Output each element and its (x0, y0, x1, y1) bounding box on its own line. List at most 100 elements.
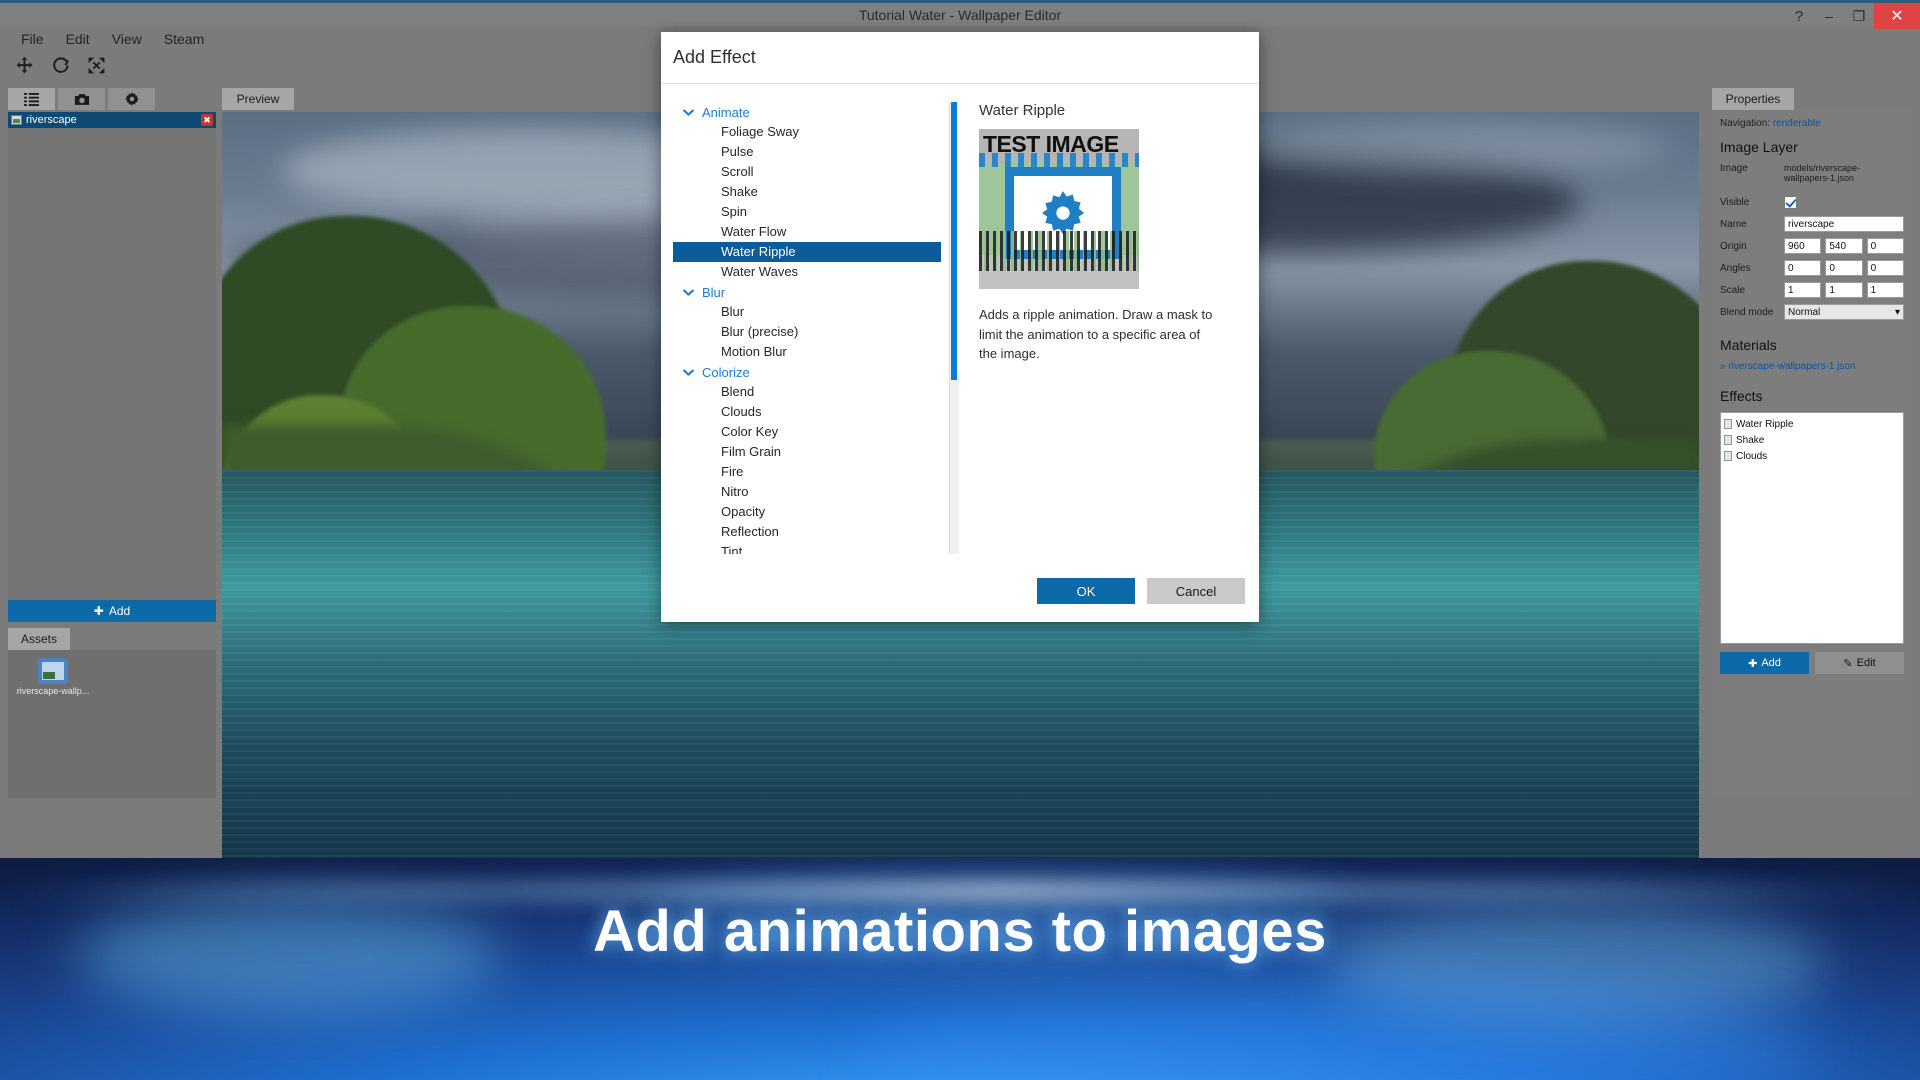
origin-y-input[interactable]: 540 (1825, 238, 1863, 254)
navigation-label: Navigation: (1720, 118, 1771, 129)
ok-button[interactable]: OK (1037, 578, 1135, 604)
angles-y-input[interactable]: 0 (1825, 260, 1863, 276)
effect-item-nitro[interactable]: Nitro (673, 482, 941, 502)
move-icon[interactable] (14, 55, 34, 75)
chevron-down-icon (683, 107, 694, 118)
properties-body: Navigation: renderable Image Layer Image… (1712, 110, 1912, 798)
effect-item-spin[interactable]: Spin (673, 202, 941, 222)
scrollbar-thumb[interactable] (951, 102, 957, 380)
asset-item[interactable]: riverscape-wallp... (16, 658, 90, 697)
layers-panel: riverscape ✖ ✚ Add (8, 88, 216, 622)
edit-effect-button[interactable]: ✎ Edit (1815, 652, 1904, 674)
effect-item-shake[interactable]: Shake (673, 182, 941, 202)
effects-list[interactable]: Water Ripple Shake Clouds (1720, 412, 1904, 644)
material-item[interactable]: » riverscape-wallpapers-1.json (1720, 361, 1904, 372)
effect-list-scrollbar[interactable] (949, 102, 959, 554)
properties-panel: Properties Navigation: renderable Image … (1712, 88, 1912, 798)
effect-item-water-ripple[interactable]: Water Ripple (673, 242, 941, 262)
remove-layer-icon[interactable]: ✖ (201, 114, 213, 126)
effect-item-clouds[interactable]: Clouds (673, 402, 941, 422)
layers-panel-tabs (8, 88, 216, 110)
menu-item-edit[interactable]: Edit (55, 28, 101, 50)
camera-icon (74, 93, 89, 105)
effect-item-blur[interactable]: Blur (673, 302, 941, 322)
effect-category-colorize[interactable]: Colorize (673, 362, 941, 382)
add-layer-label: Add (108, 604, 131, 618)
effect-item-foliage-sway[interactable]: Foliage Sway (673, 122, 941, 142)
effect-category-list[interactable]: Animate Foliage Sway Pulse Scroll Shake … (673, 102, 941, 554)
image-layer-icon (11, 115, 22, 125)
effect-category-label: Blur (702, 284, 726, 300)
blend-mode-value: Normal (1788, 306, 1821, 318)
properties-section-title: Image Layer (1720, 139, 1798, 155)
effects-list-item[interactable]: Clouds (1724, 448, 1900, 464)
tab-camera[interactable] (58, 88, 105, 110)
cancel-button[interactable]: Cancel (1147, 578, 1245, 604)
rotate-icon[interactable] (50, 55, 70, 75)
effects-list-item-label: Shake (1736, 434, 1765, 446)
material-label: riverscape-wallpapers-1.json (1728, 361, 1856, 372)
effect-item-opacity[interactable]: Opacity (673, 502, 941, 522)
origin-x-input[interactable]: 960 (1784, 238, 1822, 254)
effect-item-film-grain[interactable]: Film Grain (673, 442, 941, 462)
visible-label: Visible (1720, 196, 1750, 208)
effect-item-scroll[interactable]: Scroll (673, 162, 941, 182)
effect-item-tint[interactable]: Tint (673, 542, 941, 554)
effect-category-blur[interactable]: Blur (673, 282, 941, 302)
menu-item-file[interactable]: File (10, 28, 55, 50)
effect-item-fire[interactable]: Fire (673, 462, 941, 482)
tab-settings[interactable] (108, 88, 155, 110)
angles-x-input[interactable]: 0 (1784, 260, 1822, 276)
effect-item-motion-blur[interactable]: Motion Blur (673, 342, 941, 362)
effect-item-blur-precise[interactable]: Blur (precise) (673, 322, 941, 342)
effect-item-blend[interactable]: Blend (673, 382, 941, 402)
image-value[interactable]: models/riverscape-wallpapers-1.json (1784, 163, 1904, 184)
effect-item-water-waves[interactable]: Water Waves (673, 262, 941, 282)
tab-assets[interactable]: Assets (8, 628, 70, 650)
scale-y-input[interactable]: 1 (1825, 282, 1863, 298)
effect-item-color-key[interactable]: Color Key (673, 422, 941, 442)
tab-properties[interactable]: Properties (1712, 88, 1794, 110)
effect-item-water-flow[interactable]: Water Flow (673, 222, 941, 242)
scale-x-input[interactable]: 1 (1784, 282, 1822, 298)
effect-item-reflection[interactable]: Reflection (673, 522, 941, 542)
image-label: Image (1720, 163, 1748, 174)
effect-category-animate[interactable]: Animate (673, 102, 941, 122)
visible-checkbox[interactable] (1784, 195, 1797, 209)
chevron-down-icon (683, 367, 694, 378)
effect-item-pulse[interactable]: Pulse (673, 142, 941, 162)
name-input[interactable]: riverscape (1784, 216, 1904, 232)
caption-band: Add animations to images (0, 858, 1920, 1080)
plus-icon: ✚ (93, 604, 104, 618)
assets-panel: Assets riverscape-wallp... (8, 628, 216, 798)
scale-z-input[interactable]: 1 (1866, 282, 1904, 298)
asset-label: riverscape-wallp... (16, 686, 90, 696)
blend-mode-select[interactable]: Normal ▾ (1784, 304, 1904, 320)
effects-buttons: ✚ Add ✎ Edit (1720, 652, 1904, 674)
menu-item-steam[interactable]: Steam (153, 28, 215, 50)
menu-item-view[interactable]: View (101, 28, 153, 50)
toolbar (8, 52, 208, 78)
scale-label: Scale (1720, 284, 1746, 296)
tab-layers[interactable] (8, 88, 55, 110)
angles-label: Angles (1720, 262, 1751, 274)
effects-list-item[interactable]: Shake (1724, 432, 1900, 448)
effects-list-item[interactable]: Water Ripple (1724, 416, 1900, 432)
chevron-down-icon (683, 287, 694, 298)
layer-item-riverscape[interactable]: riverscape ✖ (8, 112, 216, 128)
chevron-down-icon: ▾ (1894, 306, 1900, 318)
tab-preview[interactable]: Preview (222, 88, 294, 110)
scale-icon[interactable] (86, 55, 106, 75)
layers-icon (24, 92, 39, 106)
assets-body: riverscape-wallp... (8, 650, 216, 798)
add-effect-button[interactable]: ✚ Add (1720, 652, 1809, 674)
effects-list-item-label: Water Ripple (1736, 418, 1794, 430)
plus-icon: ✚ (1748, 657, 1758, 670)
origin-z-input[interactable]: 0 (1866, 238, 1904, 254)
material-prefix-icon: » (1720, 361, 1726, 372)
name-label: Name (1720, 218, 1747, 230)
angles-z-input[interactable]: 0 (1866, 260, 1904, 276)
effect-icon (1724, 435, 1732, 445)
navigation-link[interactable]: renderable (1773, 118, 1821, 129)
add-layer-button[interactable]: ✚ Add (8, 600, 216, 622)
